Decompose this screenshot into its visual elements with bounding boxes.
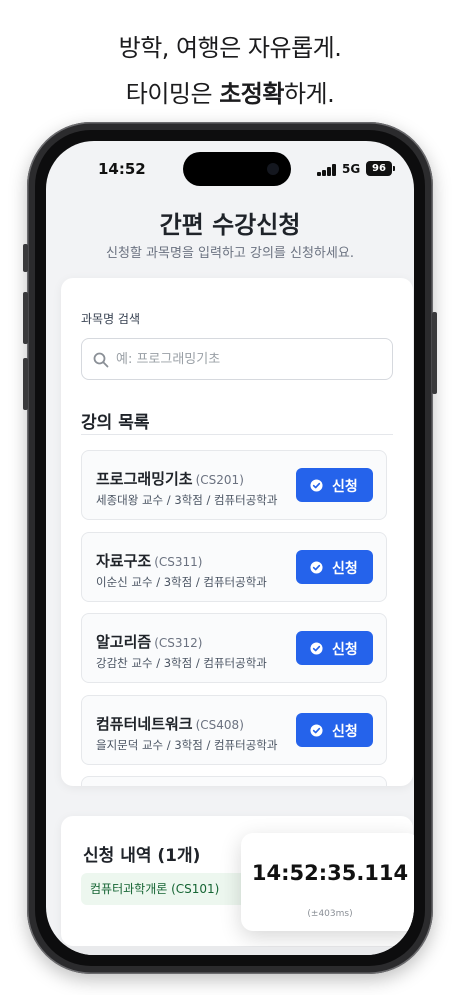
phone-action-button [23, 244, 28, 272]
promo-line-2-prefix: 타이밍은 [125, 80, 220, 108]
clock-offset: (±403ms) [307, 909, 353, 919]
phone-volume-up [23, 292, 28, 344]
phone-bezel: 14:52 5G 96 간편 수강신청 신청할 과목명을 입력하고 강의를 신청… [35, 130, 425, 966]
camera-icon [267, 163, 279, 175]
status-bar: 14:52 5G 96 [46, 141, 414, 203]
course-meta: 강감찬 교수 / 3학점 / 컴퓨터공학과 [96, 656, 267, 670]
course-item: 프로그래밍기초 (CS201) 세종대왕 교수 / 3학점 / 컴퓨터공학과 신청 [81, 450, 387, 520]
course-name: 자료구조 [96, 552, 152, 570]
app-screen: 14:52 5G 96 간편 수강신청 신청할 과목명을 입력하고 강의를 신청… [46, 141, 414, 955]
course-item: 자료구조 (CS311) 이순신 교수 / 3학점 / 컴퓨터공학과 신청 [81, 532, 387, 602]
search-input[interactable] [116, 339, 386, 379]
check-circle-icon [310, 724, 323, 737]
apply-button[interactable]: 신청 [296, 713, 373, 747]
promo-line-2-bold: 초정확 [219, 80, 284, 108]
search-icon [93, 352, 109, 368]
apply-button-label: 신청 [332, 641, 358, 657]
page-title: 간편 수강신청 [159, 211, 301, 239]
promo-line-2-suffix: 하게. [283, 80, 335, 108]
page-subtitle: 신청할 과목명을 입력하고 강의를 신청하세요. [106, 246, 354, 261]
phone-frame: 14:52 5G 96 간편 수강신청 신청할 과목명을 입력하고 강의를 신청… [23, 122, 437, 974]
apply-button[interactable]: 신청 [296, 631, 373, 665]
server-time-widget: 14:52:35.114 (±403ms) [241, 833, 414, 931]
apply-button[interactable]: 신청 [296, 550, 373, 584]
signal-icon [317, 164, 337, 176]
server-clock: 14:52:35.114 [251, 861, 409, 885]
check-circle-icon [310, 642, 323, 655]
battery-level: 96 [372, 163, 386, 174]
network-type: 5G [342, 162, 361, 176]
course-item: 컴퓨터네트워크 (CS408) 을지문덕 교수 / 3학점 / 컴퓨터공학과 신청 [81, 695, 387, 765]
course-item-partial [81, 776, 387, 786]
course-code: (CS408) [195, 718, 244, 732]
course-name: 프로그래밍기초 [96, 470, 193, 488]
course-search-card: 과목명 검색 강의 목록 프로그래밍기초(CS201) 세종대왕 교수 / 3학… [61, 278, 413, 786]
course-code: (CS312) [154, 636, 203, 650]
course-meta: 세종대왕 교수 / 3학점 / 컴퓨터공학과 [96, 493, 278, 507]
phone-side-button [432, 312, 437, 394]
search-field[interactable] [81, 338, 393, 380]
check-circle-icon [310, 561, 323, 574]
course-list-title: 강의 목록 [81, 413, 150, 433]
phone-volume-down [23, 358, 28, 410]
promo-line-2: 타이밍은 초정확하게. [0, 74, 460, 109]
course-meta: 이순신 교수 / 3학점 / 컴퓨터공학과 [96, 575, 267, 589]
course-name: 알고리즘 [96, 633, 152, 651]
promo-line-1: 방학, 여행은 자유롭게. [118, 34, 342, 62]
course-code: (CS201) [195, 473, 244, 487]
apply-button-label: 신청 [332, 478, 358, 494]
apply-button-label: 신청 [332, 723, 358, 739]
history-title: 신청 내역 (1개) [83, 846, 201, 866]
search-label: 과목명 검색 [81, 312, 141, 326]
apply-button-label: 신청 [332, 560, 358, 576]
course-name: 컴퓨터네트워크 [96, 715, 193, 733]
course-item: 알고리즘 (CS312) 강감찬 교수 / 3학점 / 컴퓨터공학과 신청 [81, 613, 387, 683]
check-circle-icon [310, 479, 323, 492]
battery-icon: 96 [366, 161, 395, 176]
apply-button[interactable]: 신청 [296, 468, 373, 502]
section-divider [81, 434, 393, 435]
status-time: 14:52 [98, 160, 146, 178]
dynamic-island [183, 152, 291, 186]
course-meta: 을지문덕 교수 / 3학점 / 컴퓨터공학과 [96, 738, 278, 752]
home-indicator-area [46, 947, 414, 955]
course-code: (CS311) [154, 555, 203, 569]
